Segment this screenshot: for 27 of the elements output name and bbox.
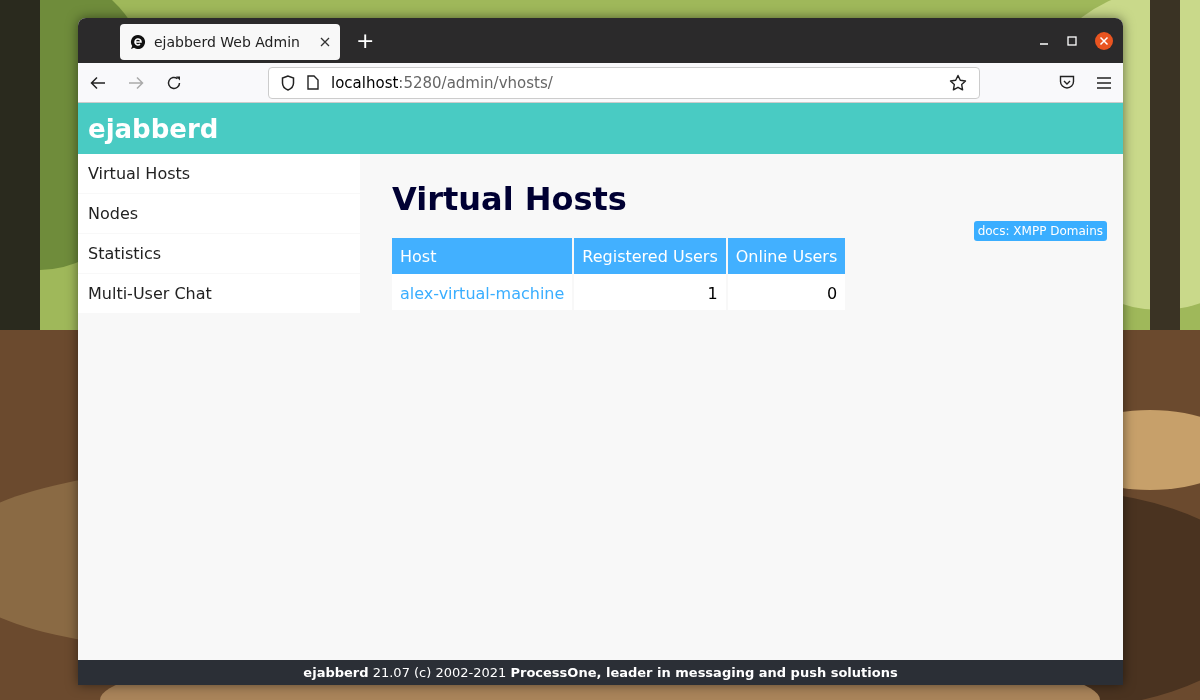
maximize-icon[interactable] xyxy=(1067,35,1077,46)
menu-icon[interactable] xyxy=(1097,76,1111,89)
table-cell: 1 xyxy=(574,276,726,310)
close-icon[interactable] xyxy=(1095,31,1113,50)
reload-icon[interactable] xyxy=(166,74,182,91)
tab-title: ejabberd Web Admin xyxy=(154,33,301,50)
column-header: Registered Users xyxy=(574,238,726,276)
sidebar-item[interactable]: Statistics xyxy=(78,234,360,273)
sidebar-item[interactable]: Nodes xyxy=(78,194,360,233)
url-text: localhost:5280/admin/vhosts/ xyxy=(331,73,553,92)
table-cell: 0 xyxy=(727,276,846,310)
speech-bubble-icon xyxy=(130,33,146,50)
browser-tab[interactable]: ejabberd Web Admin xyxy=(120,23,340,60)
new-tab-button[interactable]: + xyxy=(350,28,381,53)
sidebar-item[interactable]: Virtual Hosts xyxy=(78,154,360,193)
shield-icon xyxy=(281,74,295,91)
column-header: Host xyxy=(392,238,573,276)
footer-text: ejabberd 21.07 (c) 2002-2021 ProcessOne, leader in messaging and push solutions xyxy=(303,665,898,680)
page-title: Virtual Hosts xyxy=(392,180,628,218)
back-arrow-icon[interactable] xyxy=(90,75,106,90)
pocket-icon[interactable] xyxy=(1059,75,1075,90)
page-icon xyxy=(307,75,319,90)
address-bar[interactable]: localhost:5280/admin/vhosts/ xyxy=(268,66,980,99)
close-icon[interactable] xyxy=(320,36,330,47)
sidebar-item[interactable]: Multi-User Chat xyxy=(78,274,360,313)
column-header: Online Users xyxy=(727,238,846,276)
star-icon[interactable] xyxy=(949,73,967,92)
